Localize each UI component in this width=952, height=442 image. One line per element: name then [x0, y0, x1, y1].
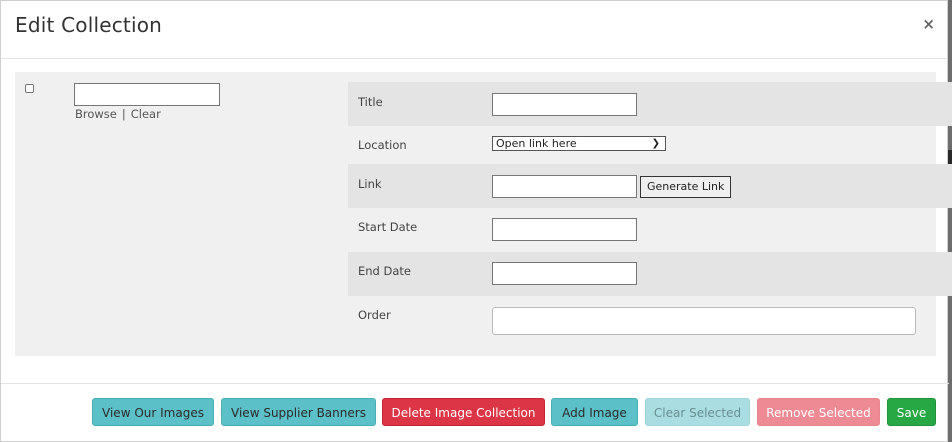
location-select-value: Open link here — [496, 137, 577, 150]
form-row-title: Title — [348, 82, 952, 126]
view-our-images-button[interactable]: View Our Images — [92, 398, 214, 426]
form-row-location: Location Open link here ❯ — [348, 126, 952, 164]
form-row-end-date: End Date — [348, 252, 952, 296]
location-label: Location — [358, 138, 407, 152]
form-row-link: Link Generate Link — [348, 164, 952, 208]
select-item-checkbox[interactable] — [25, 84, 34, 93]
close-icon[interactable]: × — [922, 15, 935, 33]
clear-selected-button[interactable]: Clear Selected — [645, 398, 750, 426]
form-row-start-date: Start Date — [348, 208, 952, 252]
title-label: Title — [358, 95, 383, 109]
generate-link-button[interactable]: Generate Link — [640, 176, 732, 198]
remove-selected-button[interactable]: Remove Selected — [757, 398, 880, 426]
link-input[interactable] — [492, 175, 637, 198]
browse-link[interactable]: Browse — [75, 107, 117, 121]
edit-collection-modal: Edit Collection × Browse | Clear Title Loc… — [0, 0, 952, 442]
start-date-label: Start Date — [358, 220, 418, 234]
link-label: Link — [358, 177, 382, 191]
chevron-down-icon: ❯ — [651, 138, 660, 149]
file-links: Browse | Clear — [75, 107, 161, 121]
item-details-form: Title Location Open link here ❯ Link Gen… — [348, 82, 952, 345]
order-label: Order — [358, 308, 391, 322]
location-select[interactable]: Open link here ❯ — [492, 136, 666, 151]
link-separator: | — [121, 107, 126, 121]
save-button[interactable]: Save — [887, 398, 936, 426]
end-date-input[interactable] — [492, 262, 637, 285]
form-row-order: Order — [348, 296, 952, 345]
start-date-input[interactable] — [492, 218, 637, 241]
modal-footer: View Our Images View Supplier Banners De… — [1, 383, 949, 442]
image-file-input[interactable] — [74, 83, 220, 106]
title-input[interactable] — [492, 93, 637, 116]
add-image-button[interactable]: Add Image — [551, 398, 638, 426]
modal-header: Edit Collection × — [1, 1, 947, 59]
clear-link[interactable]: Clear — [131, 107, 161, 121]
view-supplier-banners-button[interactable]: View Supplier Banners — [221, 398, 376, 426]
modal-title: Edit Collection — [15, 13, 163, 37]
collection-item-panel: Browse | Clear Title Location Open link he… — [15, 72, 952, 356]
order-input[interactable] — [492, 307, 916, 335]
delete-image-collection-button[interactable]: Delete Image Collection — [382, 398, 545, 426]
end-date-label: End Date — [358, 264, 411, 278]
